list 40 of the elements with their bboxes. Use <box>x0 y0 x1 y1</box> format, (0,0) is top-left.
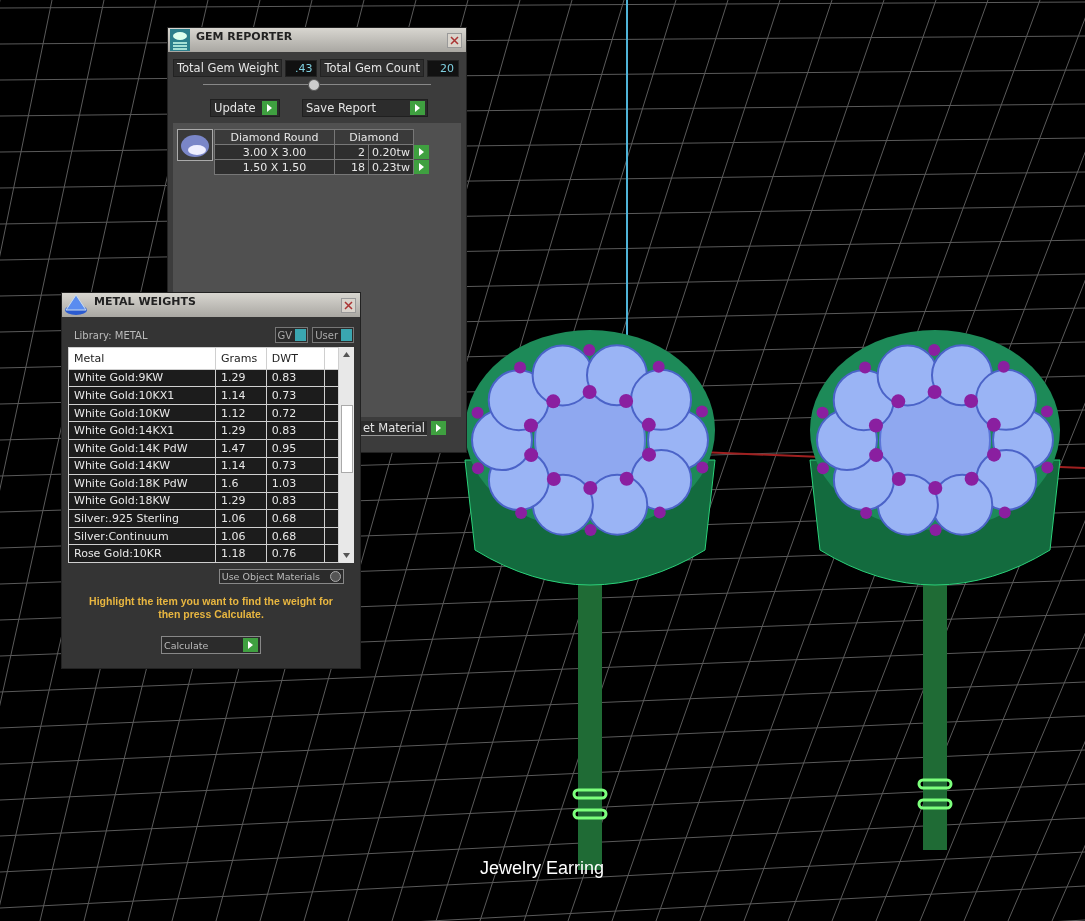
table-header: Diamond <box>334 129 414 145</box>
gem-icon <box>177 129 213 161</box>
stat-label: Total Gem Weight <box>173 59 283 77</box>
action-button[interactable]: Update <box>210 99 280 117</box>
column-header: Grams <box>215 347 267 370</box>
play-icon <box>410 101 425 115</box>
toggle-button[interactable]: GV <box>274 327 309 343</box>
table-header: Diamond Round <box>214 129 335 145</box>
cone-icon <box>64 294 88 316</box>
expand-button[interactable] <box>414 160 429 174</box>
scroll-thumb[interactable] <box>341 405 354 473</box>
3d-viewport[interactable] <box>0 0 1085 921</box>
stat-label: Total Gem Count <box>320 59 424 77</box>
report-icon <box>170 29 190 51</box>
stat-value: 20 <box>426 59 459 77</box>
use-object-materials-toggle[interactable]: Use Object Materials <box>218 569 344 584</box>
material-button[interactable]: et Material <box>361 421 427 436</box>
instruction-text: Highlight the item you want to find the weight for then press Calculate. <box>88 594 334 621</box>
column-header: DWT <box>266 347 325 370</box>
toggle-button[interactable]: User <box>312 327 354 343</box>
scrollbar[interactable] <box>339 347 354 563</box>
title-bar[interactable]: GEM REPORTER <box>168 28 466 52</box>
window-title: METAL WEIGHTS <box>94 294 197 308</box>
expand-button[interactable] <box>414 145 429 159</box>
play-icon <box>243 638 258 652</box>
play-icon <box>262 101 277 115</box>
library-label: Library: METAL <box>74 329 149 341</box>
stat-value: .43 <box>285 59 318 77</box>
calculate-button[interactable]: Calculate <box>161 636 261 654</box>
scroll-down-icon[interactable] <box>343 553 351 558</box>
slider-handle[interactable] <box>308 79 320 91</box>
action-button[interactable]: Save Report <box>302 99 428 117</box>
column-header: Metal <box>68 347 216 370</box>
scroll-up-icon[interactable] <box>343 352 351 357</box>
window-title: GEM REPORTER <box>196 29 294 43</box>
close-button[interactable] <box>447 32 462 48</box>
close-button[interactable] <box>341 297 356 313</box>
play-button[interactable] <box>431 421 446 435</box>
viewport-caption: Jewelry Earring <box>480 858 605 879</box>
title-bar[interactable]: METAL WEIGHTS <box>62 293 360 317</box>
